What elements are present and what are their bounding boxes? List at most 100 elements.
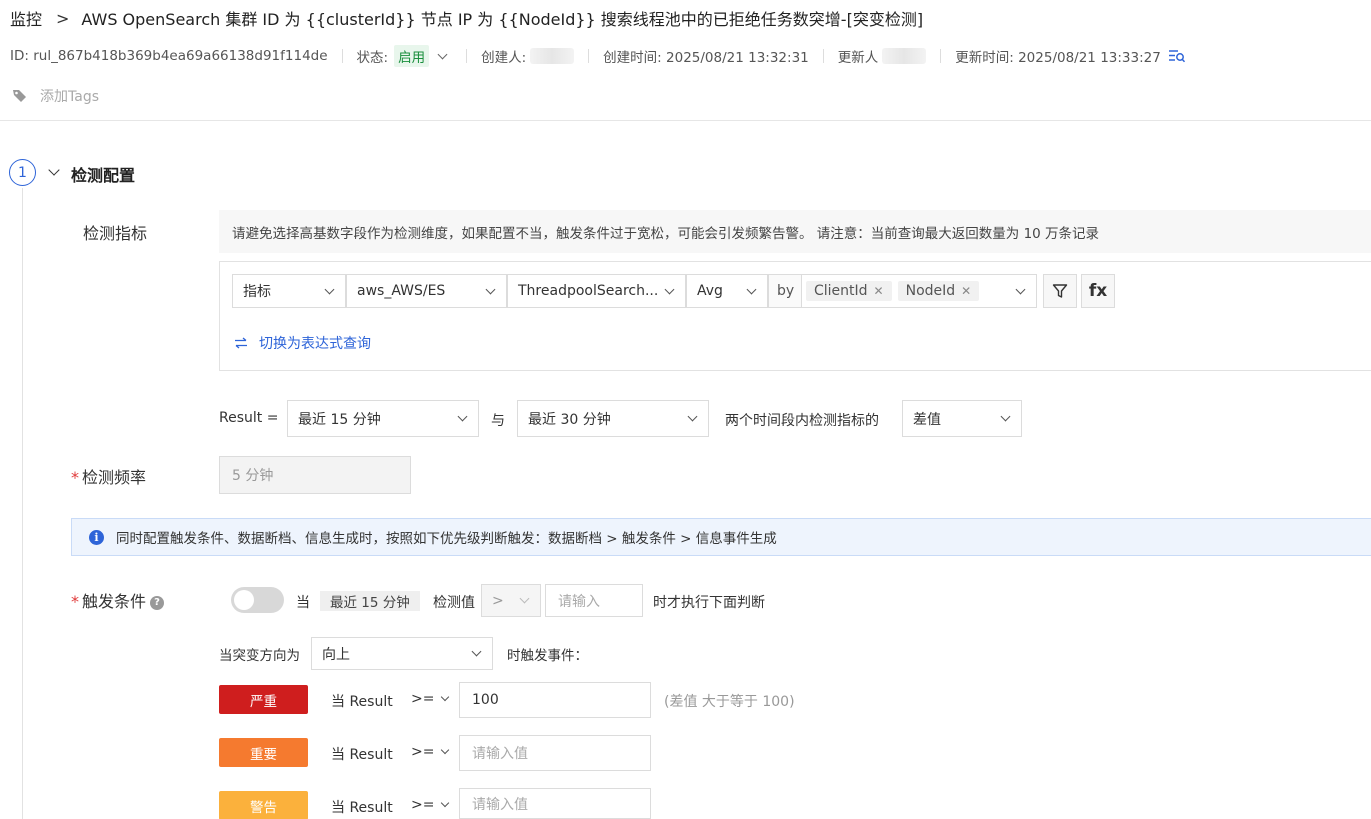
dimension-chip-label: NodeId — [905, 283, 956, 299]
period-a-select[interactable]: 最近 15 分钟 — [287, 400, 479, 437]
period-b-value: 最近 30 分钟 — [528, 411, 611, 428]
aggregation-select[interactable]: Avg — [686, 274, 768, 308]
namespace-select[interactable]: aws_AWS/ES — [346, 274, 507, 308]
tag-icon — [13, 90, 26, 102]
chevron-down-icon — [457, 411, 468, 422]
status-badge: 启用 — [394, 45, 430, 67]
dimensions-select[interactable]: ClientId ✕ NodeId ✕ — [801, 274, 1037, 308]
status-group: 状态: 启用 — [357, 45, 453, 67]
between-text: 两个时间段内检测指标的 — [725, 413, 879, 429]
required-asterisk: * — [71, 592, 79, 611]
compare-mode-value: 差值 — [913, 411, 941, 428]
rule-operator-value: >= — [411, 797, 435, 813]
chevron-down-icon — [324, 284, 335, 295]
metric-name-select[interactable]: ThreadpoolSearch... — [507, 274, 686, 308]
trigger-label-text: 触发条件 — [82, 592, 147, 611]
priority-info-text: 同时配置触发条件、数据断档、信息生成时，按照如下优先级判断触发：数据断档 > 触… — [116, 531, 777, 547]
trigger-operator-select[interactable]: > — [481, 584, 541, 617]
updated-time: 更新时间: 2025/08/21 13:33:27 — [955, 50, 1161, 66]
dimension-chip: ClientId ✕ — [806, 281, 892, 301]
frequency-input[interactable]: 5 分钟 — [219, 456, 411, 494]
period-b-select[interactable]: 最近 30 分钟 — [517, 400, 709, 437]
rule-when: 当 Result — [331, 694, 393, 710]
then-text: 时才执行下面判断 — [653, 595, 765, 611]
trigger-label: * 触发条件? — [71, 588, 165, 612]
page-title: AWS OpenSearch 集群 ID 为 {{clusterId}} 节点 … — [81, 10, 924, 29]
when-text: 当 — [296, 595, 310, 611]
divider — [588, 49, 590, 63]
trigger-value-input[interactable]: 请输入 — [545, 584, 643, 617]
rule-value-input[interactable]: 100 — [459, 682, 651, 718]
chevron-down-icon — [664, 284, 675, 295]
dimension-chip: NodeId ✕ — [897, 281, 980, 301]
metric-label: 检测指标 — [83, 224, 148, 243]
chevron-down-icon — [746, 284, 757, 295]
info-icon: i — [89, 529, 104, 545]
rule-operator-select[interactable]: >= — [411, 744, 450, 760]
divider — [466, 49, 468, 63]
chevron-down-icon — [1000, 411, 1011, 422]
dimension-chip-label: ClientId — [814, 283, 868, 299]
chevron-down-icon — [441, 692, 450, 702]
toggle-knob — [234, 590, 254, 610]
remove-chip-icon[interactable]: ✕ — [961, 284, 971, 298]
rule-value-input[interactable]: 请输入值 — [459, 735, 651, 771]
filter-icon — [1052, 284, 1068, 298]
rule-id: ID: rul_867b418b369b4ea69a66138d91f114de — [10, 48, 328, 64]
chevron-down-icon — [485, 284, 496, 295]
updater-group: 更新人 — [838, 46, 927, 66]
add-tags-label: 添加Tags — [40, 89, 99, 105]
remove-chip-icon[interactable]: ✕ — [874, 284, 884, 298]
direction-select[interactable]: 向上 — [311, 637, 493, 670]
breadcrumb-separator: > — [56, 8, 70, 28]
frequency-label: * 检测频率 — [71, 464, 146, 488]
status-chevron-down-icon[interactable] — [437, 49, 448, 59]
rule-operator-select[interactable]: >= — [411, 691, 450, 707]
updater-avatar-blurred — [882, 48, 927, 64]
chevron-down-icon — [519, 593, 530, 604]
creator-avatar-blurred — [530, 48, 575, 64]
history-search-icon[interactable] — [1168, 49, 1185, 63]
event-label: 时触发事件： — [507, 648, 588, 664]
chevron-down-icon — [1015, 284, 1026, 295]
function-button[interactable]: fx — [1081, 274, 1115, 308]
namespace-value: aws_AWS/ES — [357, 283, 446, 299]
step-line — [22, 188, 23, 819]
metric-hint: 请避免选择高基数字段作为检测维度，如果配置不当，触发条件过于宽松，可能会引发频繁… — [219, 210, 1371, 253]
with-text: 与 — [491, 413, 505, 429]
rule-description: (差值 大于等于 100) — [664, 694, 795, 710]
status-label: 状态: — [356, 50, 389, 66]
rule-value-input[interactable]: 请输入值 — [459, 788, 651, 819]
direction-value: 向上 — [322, 646, 350, 663]
divider — [822, 49, 824, 63]
section-collapse-chevron-icon[interactable] — [48, 164, 60, 176]
rule-operator-select[interactable]: >= — [411, 797, 450, 813]
chevron-down-icon — [441, 798, 450, 808]
swap-icon — [235, 337, 247, 349]
rule-when: 当 Result — [331, 747, 393, 763]
chevron-down-icon — [441, 745, 450, 755]
help-icon[interactable]: ? — [150, 595, 165, 610]
header-divider — [0, 120, 1371, 121]
compare-mode-select[interactable]: 差值 — [902, 400, 1022, 437]
aggregation-value: Avg — [697, 283, 723, 299]
filter-button[interactable] — [1043, 274, 1077, 308]
section-title[interactable]: 检测配置 — [71, 162, 135, 186]
trigger-toggle[interactable] — [231, 587, 284, 613]
step-number: 1 — [9, 159, 36, 186]
rule-when: 当 Result — [331, 800, 393, 816]
direction-label: 当突变方向为 — [219, 648, 300, 664]
switch-expression-link[interactable]: 切换为表达式查询 — [234, 333, 371, 353]
created-time: 创建时间: 2025/08/21 13:32:31 — [603, 50, 809, 66]
add-tags[interactable]: 添加Tags — [12, 86, 99, 106]
creator-label: 创建人: — [481, 50, 527, 66]
rule-operator-value: >= — [411, 691, 435, 707]
query-builder: 指标 aws_AWS/ES ThreadpoolSearch... Avg by… — [219, 261, 1371, 371]
creator-group: 创建人: — [481, 46, 575, 66]
severity-major-badge: 重要 — [219, 738, 308, 767]
divider — [940, 49, 942, 63]
by-label: by — [768, 274, 802, 308]
breadcrumb-root[interactable]: 监控 — [10, 6, 42, 30]
metric-type-select[interactable]: 指标 — [232, 274, 346, 308]
priority-info-bar: i 同时配置触发条件、数据断档、信息生成时，按照如下优先级判断触发：数据断档 >… — [71, 518, 1371, 556]
